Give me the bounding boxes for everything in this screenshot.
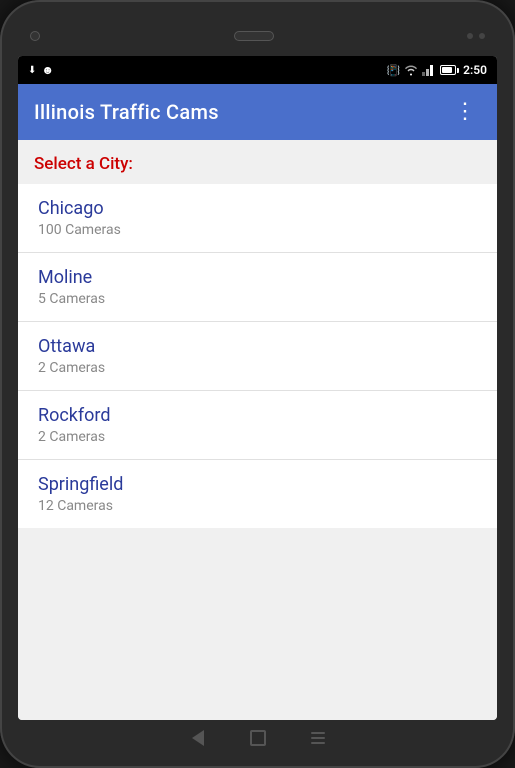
back-button[interactable] <box>188 728 208 748</box>
phone-speaker <box>234 31 274 41</box>
city-list-item[interactable]: Springfield 12 Cameras <box>18 460 497 528</box>
app-bar: Illinois Traffic Cams ⋮ <box>18 84 497 140</box>
status-bar: ⬇ ☻ 📳 <box>18 56 497 84</box>
recents-button[interactable] <box>308 728 328 748</box>
city-list-item[interactable]: Moline 5 Cameras <box>18 253 497 322</box>
city-name: Moline <box>38 267 481 288</box>
signal-icon <box>422 64 436 76</box>
section-header: Select a City: <box>18 140 497 184</box>
sensor-dot <box>467 33 473 39</box>
more-options-button[interactable]: ⋮ <box>450 97 481 127</box>
android-icon: ☻ <box>41 63 54 77</box>
city-name: Rockford <box>38 405 481 426</box>
battery-icon <box>440 65 459 75</box>
camera-count: 5 Cameras <box>38 291 481 307</box>
phone-screen: ⬇ ☻ 📳 <box>18 56 497 720</box>
camera-count: 2 Cameras <box>38 429 481 445</box>
city-list-item[interactable]: Chicago 100 Cameras <box>18 184 497 253</box>
camera-count: 2 Cameras <box>38 360 481 376</box>
sensor-dot-2 <box>479 33 485 39</box>
download-icon: ⬇ <box>28 65 36 76</box>
clock: 2:50 <box>463 63 487 77</box>
front-camera <box>30 31 40 41</box>
status-right-icons: 📳 <box>386 63 487 77</box>
home-button[interactable] <box>248 728 268 748</box>
section-title: Select a City: <box>34 154 133 174</box>
city-list-item[interactable]: Rockford 2 Cameras <box>18 391 497 460</box>
app-title: Illinois Traffic Cams <box>34 100 219 124</box>
city-list: Chicago 100 Cameras Moline 5 Cameras Ott… <box>18 184 497 528</box>
camera-count: 12 Cameras <box>38 498 481 514</box>
city-name: Springfield <box>38 474 481 495</box>
city-name: Ottawa <box>38 336 481 357</box>
phone-top-bar <box>18 18 497 56</box>
status-left-icons: ⬇ ☻ <box>28 63 54 77</box>
vibrate-icon: 📳 <box>386 64 400 77</box>
content-area: Select a City: Chicago 100 Cameras Molin… <box>18 140 497 720</box>
phone-sensors <box>467 33 485 39</box>
camera-count: 100 Cameras <box>38 222 481 238</box>
city-name: Chicago <box>38 198 481 219</box>
wifi-icon <box>404 64 418 76</box>
phone-bottom-nav <box>18 720 497 750</box>
phone-shell: ⬇ ☻ 📳 <box>0 0 515 768</box>
city-list-item[interactable]: Ottawa 2 Cameras <box>18 322 497 391</box>
